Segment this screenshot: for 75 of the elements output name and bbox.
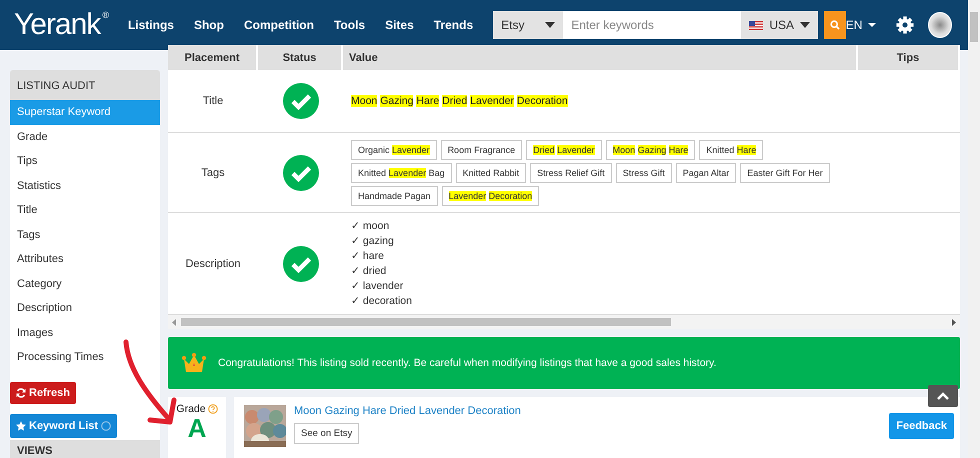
- alert-message: Congratulations! This listing sold recently. Be careful when modifying listings that have a good sales history.: [218, 357, 716, 369]
- scroll-to-top-button[interactable]: [928, 385, 958, 407]
- tag-chip: Stress Gift: [616, 162, 672, 182]
- see-on-etsy-button[interactable]: See on Etsy: [294, 423, 360, 444]
- nav-link[interactable]: Sites: [385, 18, 414, 32]
- crown-icon: [182, 353, 206, 373]
- sidebar-item[interactable]: Grade: [10, 124, 160, 149]
- listing-title: Moon Gazing Hare Dried Lavender Decoration: [350, 95, 568, 107]
- platform-dropdown[interactable]: Etsy: [493, 11, 564, 39]
- grade-label: Grade: [176, 403, 218, 415]
- tag-chip: Knitted Rabbit: [456, 162, 526, 182]
- scroll-left-icon[interactable]: [172, 318, 177, 326]
- tag-chip: Knitted Lavender Bag: [351, 162, 452, 182]
- help-icon: [101, 421, 112, 431]
- sidebar-item[interactable]: Title: [10, 198, 160, 222]
- check-circle-icon: [282, 83, 318, 119]
- tag-chip: Pagan Altar: [676, 162, 736, 182]
- keyword-check: ✓ hare: [351, 248, 385, 264]
- column-header: Placement: [168, 45, 258, 70]
- sidebar-item[interactable]: Statistics: [10, 174, 160, 198]
- tag-chip: Lavender Decoration: [442, 186, 540, 206]
- nav-link[interactable]: Listings: [128, 18, 174, 32]
- sidebar-heading: LISTING AUDIT: [10, 70, 160, 100]
- keyword-check: ✓ decoration: [351, 294, 412, 308]
- keyword-check: ✓ gazing: [351, 234, 395, 248]
- keyword-check: ✓ moon: [351, 218, 390, 234]
- tag-chip: Stress Relief Gift: [530, 162, 612, 182]
- logo[interactable]: Yerank®: [14, 8, 108, 42]
- sidebar-item[interactable]: Tips: [10, 149, 160, 174]
- check-circle-icon: [282, 246, 318, 282]
- grade-value: A: [188, 415, 206, 441]
- keyword-check: ✓ dried: [351, 264, 388, 278]
- sidebar-item[interactable]: Images: [10, 320, 160, 345]
- tag-chip: Room Fragrance: [440, 140, 522, 160]
- placement-label: Description: [185, 258, 241, 270]
- flag-icon: [749, 20, 764, 30]
- chevron-up-icon: [937, 392, 949, 400]
- avatar[interactable]: [928, 12, 952, 38]
- nav-link[interactable]: Shop: [194, 18, 224, 32]
- tag-chip: Handmade Pagan: [351, 186, 438, 206]
- tag-chip: Moon Gazing Hare: [606, 140, 696, 160]
- column-header: Tips: [858, 45, 960, 70]
- placement-label: Title: [202, 95, 224, 107]
- search-field[interactable]: Enter keywords: [563, 11, 742, 39]
- placement-label: Tags: [201, 166, 225, 178]
- settings-icon[interactable]: [896, 15, 914, 35]
- nav-link[interactable]: Tools: [334, 18, 366, 32]
- sidebar-item[interactable]: Tags: [10, 222, 160, 247]
- refresh-icon: [16, 388, 26, 398]
- check-circle-icon: [282, 154, 318, 190]
- sidebar-item[interactable]: Processing Times: [10, 345, 160, 370]
- tag-chip: Knitted Hare: [699, 140, 764, 160]
- search-icon: [830, 20, 840, 30]
- keyword-check: ✓ lavender: [351, 278, 404, 294]
- help-icon: [208, 404, 218, 414]
- star-icon: [16, 421, 26, 431]
- tag-chip: Organic Lavender: [351, 140, 437, 160]
- language-dropdown[interactable]: EN: [846, 18, 876, 32]
- scroll-right-icon[interactable]: [951, 318, 956, 326]
- refresh-button[interactable]: Refresh: [10, 382, 76, 404]
- sidebar-item[interactable]: Description: [10, 296, 160, 320]
- column-header: Status: [258, 45, 343, 70]
- column-header: Value: [343, 45, 858, 70]
- sidebar-heading: VIEWS: [10, 440, 160, 458]
- country-dropdown[interactable]: USA: [741, 11, 818, 39]
- scrollbar-thumb[interactable]: [181, 318, 671, 326]
- tag-chip: Dried Lavender: [526, 140, 602, 160]
- sidebar-item[interactable]: Category: [10, 272, 160, 296]
- scrollbar-thumb[interactable]: [970, 12, 978, 42]
- sidebar-item[interactable]: Attributes: [10, 247, 160, 272]
- nav-link[interactable]: Trends: [434, 18, 474, 32]
- listing-link[interactable]: Moon Gazing Hare Dried Lavender Decoration: [294, 405, 521, 417]
- tag-chip: Easter Gift For Her: [740, 162, 830, 182]
- nav-link[interactable]: Competition: [244, 18, 314, 32]
- keyword-list-button[interactable]: Keyword List: [10, 414, 118, 438]
